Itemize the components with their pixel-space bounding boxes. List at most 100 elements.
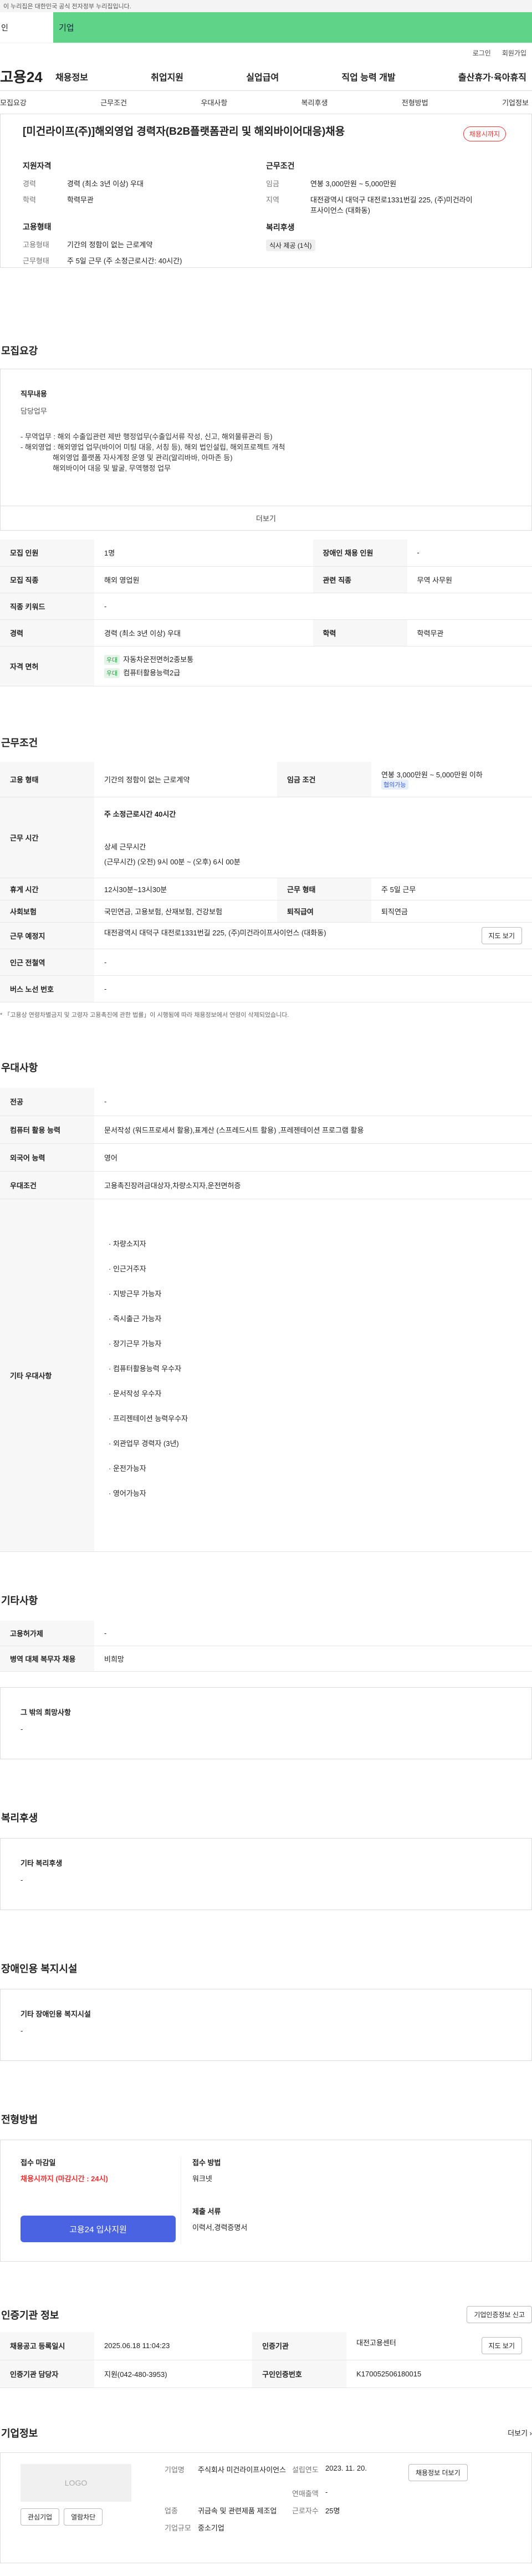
block-button[interactable]: 열람차단 — [64, 2508, 103, 2526]
employment-heading: 고용형태 — [23, 222, 52, 231]
work-type-label: 근무 형태 — [277, 878, 372, 900]
welfare-heading: 복리후생 — [266, 223, 295, 232]
gnb-item[interactable]: 취업지원 — [151, 70, 183, 83]
duty-box: 직무내용 담당업무 - 무역업무 : 해외 수출입관련 제반 행정업무(수출입서… — [0, 369, 532, 506]
etc-item: · 외관업무 경력자 (3년) — [109, 1439, 179, 1448]
report-button[interactable]: 기업인증정보 신고 — [467, 2306, 532, 2323]
other-title: 기타사항 — [1, 1595, 38, 1606]
etc-item: · 프리젠테이션 능력우수자 — [109, 1414, 188, 1423]
row-label: 장애인 채용 인원 — [313, 539, 407, 567]
row-label: 모집 직종 — [0, 566, 94, 593]
docs-value: 이력서,경력증명서 — [192, 2223, 248, 2232]
recruit-title: 모집요강 — [1, 345, 38, 357]
mgr-value: 지원(042-480-3953) — [94, 2360, 253, 2388]
row-label: 모집 인원 — [0, 539, 94, 567]
permit-value: - — [94, 1620, 532, 1646]
util-nav: 로그인 회원가입 — [0, 43, 532, 62]
etc-item-label: 문서작성 우수자 — [112, 1389, 162, 1398]
row-value: - — [94, 593, 532, 620]
etc-item-label: 프리젠테이션 능력우수자 — [112, 1414, 188, 1423]
disab-box: 기타 장애인용 복지시설 - — [0, 1989, 532, 2061]
deadline-heading: 접수 마감일 — [21, 2158, 56, 2167]
military-value: 비희망 — [94, 1646, 532, 1672]
etc-item-label: 컴퓨터활용능력 우수자 — [112, 1364, 182, 1373]
more-button[interactable]: 더보기 — [0, 506, 532, 531]
row-label: 학력 — [313, 619, 407, 646]
military-label: 병역 대체 복무자 채용 — [0, 1646, 94, 1672]
tab-5[interactable]: 기업정보 — [502, 97, 529, 108]
mgr-label: 인증기관 담당자 — [0, 2360, 94, 2388]
etc-item-label: 즉시출근 가능자 — [112, 1314, 162, 1323]
license-chip: 우대 — [104, 668, 120, 678]
emp-type-label: 고용 형태 — [0, 761, 94, 797]
wage-value: 연봉 3,000만원 ~ 5,000만원 — [310, 180, 397, 188]
subway-value: - — [94, 949, 532, 976]
etc-item-label: 외관업무 경력자 (3년) — [112, 1439, 179, 1448]
reg-date-value: 2025.06.18 11:04:23 — [94, 2332, 253, 2360]
duty-line: - 무역업무 : 해외 수출입관련 제반 행정업무(수출입서류 작성, 신고, … — [21, 432, 273, 441]
row-label: 관련 직종 — [313, 566, 407, 593]
welfare-box-value: - — [21, 1876, 23, 1884]
pref-title: 우대사항 — [1, 1062, 38, 1073]
apply-button[interactable]: 고용24 입사지원 — [21, 2216, 176, 2242]
company-info-button[interactable]: 채용정보 더보기 — [408, 2463, 468, 2481]
etc-item: · 장기근무 가능자 — [109, 1339, 162, 1348]
duty-line: - 해외영업 : 해외영업 업무(바이어 미팅 대응, 서칭 등), 해외 법인… — [21, 443, 285, 451]
etc-item-label: 영어가능자 — [112, 1489, 146, 1498]
address-value: 대전광역시 대덕구 대전로1331번길 225, (주)미건라이프사이언스 (대… — [104, 929, 326, 937]
edu-label: 학력 — [23, 196, 36, 204]
hope-heading: 그 밖의 희망사항 — [21, 1708, 71, 1717]
wage-cond-value: 연봉 3,000만원 ~ 5,000만원 이하 — [381, 770, 483, 779]
etc-item-label: 인근거주자 — [112, 1264, 146, 1273]
tab-2[interactable]: 우대사항 — [201, 97, 227, 108]
duty-subheading: 담당업무 — [21, 407, 47, 415]
tab-4[interactable]: 전형방법 — [402, 97, 428, 108]
major-value: - — [94, 1088, 532, 1116]
etc-item-label: 운전가능자 — [112, 1464, 146, 1473]
row-value: 무역 사무원 — [407, 566, 532, 593]
wage-cond-label: 임금 조건 — [277, 761, 372, 797]
permit-label: 고용허가제 — [0, 1620, 94, 1646]
disab-value: - — [21, 2027, 23, 2035]
hours-label: 근무형태 — [23, 257, 49, 265]
industry-label: 업종 — [165, 2506, 178, 2515]
company-more-link[interactable]: 더보기 › — [508, 2427, 532, 2438]
wage-label: 임금 — [266, 180, 279, 188]
size-label: 기업규모 — [165, 2523, 191, 2532]
welfare-box-heading: 기타 복리후생 — [21, 1859, 63, 1867]
license-name: 컴퓨터활용능력2급 — [123, 669, 181, 677]
license-label: 자격 면허 — [0, 646, 94, 686]
site-logo[interactable]: 고용24 — [0, 66, 55, 86]
location-value: 대전광역시 대덕구 대전로1331번길 225, (주)미건라이프사이언스 (대… — [310, 196, 473, 215]
tab-3[interactable]: 복리후생 — [301, 97, 328, 108]
gnb-item[interactable]: 출산휴가·육아휴직 — [458, 70, 526, 83]
gnb-item[interactable]: 직업 능력 개발 — [341, 70, 395, 83]
career-value: 경력 (최소 3년 이상) 우대 — [67, 180, 144, 188]
gnb-item[interactable]: 실업급여 — [246, 70, 279, 83]
auth-no-value: K170052506180015 — [346, 2360, 532, 2388]
revenue-label: 연매출액 — [292, 2489, 319, 2498]
gnb-item[interactable]: 채용정보 — [55, 70, 88, 83]
org-map-button[interactable]: 지도 보기 — [481, 2337, 522, 2355]
map-button[interactable]: 지도 보기 — [481, 927, 522, 944]
welfare-title: 복리후생 — [1, 1813, 38, 1824]
license-chip: 우대 — [104, 655, 120, 665]
tab-0[interactable]: 모집요강 — [0, 97, 27, 108]
insurance-label: 사회보험 — [0, 900, 94, 923]
wage-chip: 협의가능 — [381, 779, 408, 790]
join-link[interactable]: 회원가입 — [502, 48, 526, 58]
etc-label: 기타 우대사항 — [0, 1199, 94, 1552]
recruit-table: 모집 인원 1명 장애인 채용 인원 - 모집 직종 해외 영업원 관련 직종 무역 사무원 직… — [0, 539, 532, 686]
insurance-value: 국민연금, 고용보험, 산재보험, 건강보험 — [94, 900, 278, 923]
rest-value: 12시30분~13시30분 — [94, 878, 278, 900]
fav-company-button[interactable]: 관심기업 — [21, 2508, 60, 2526]
docs-heading: 제출 서류 — [192, 2207, 221, 2216]
auth-title: 인증기관 정보 — [1, 2309, 59, 2321]
career-label: 경력 — [23, 180, 36, 188]
verify-button[interactable]: 기업 — [53, 12, 532, 43]
hours-value: 주 5일 근무 (주 소정근로시간: 40시간) — [67, 257, 182, 265]
login-link[interactable]: 로그인 — [473, 48, 491, 58]
disab-title: 장애인용 복지시설 — [1, 1963, 78, 1974]
pref-table: 전공 - 컴퓨터 활용 능력 문서작성 (워드프로세서 활용),표계산 (스프레드시… — [0, 1088, 532, 1552]
tab-1[interactable]: 근무조건 — [100, 97, 127, 108]
